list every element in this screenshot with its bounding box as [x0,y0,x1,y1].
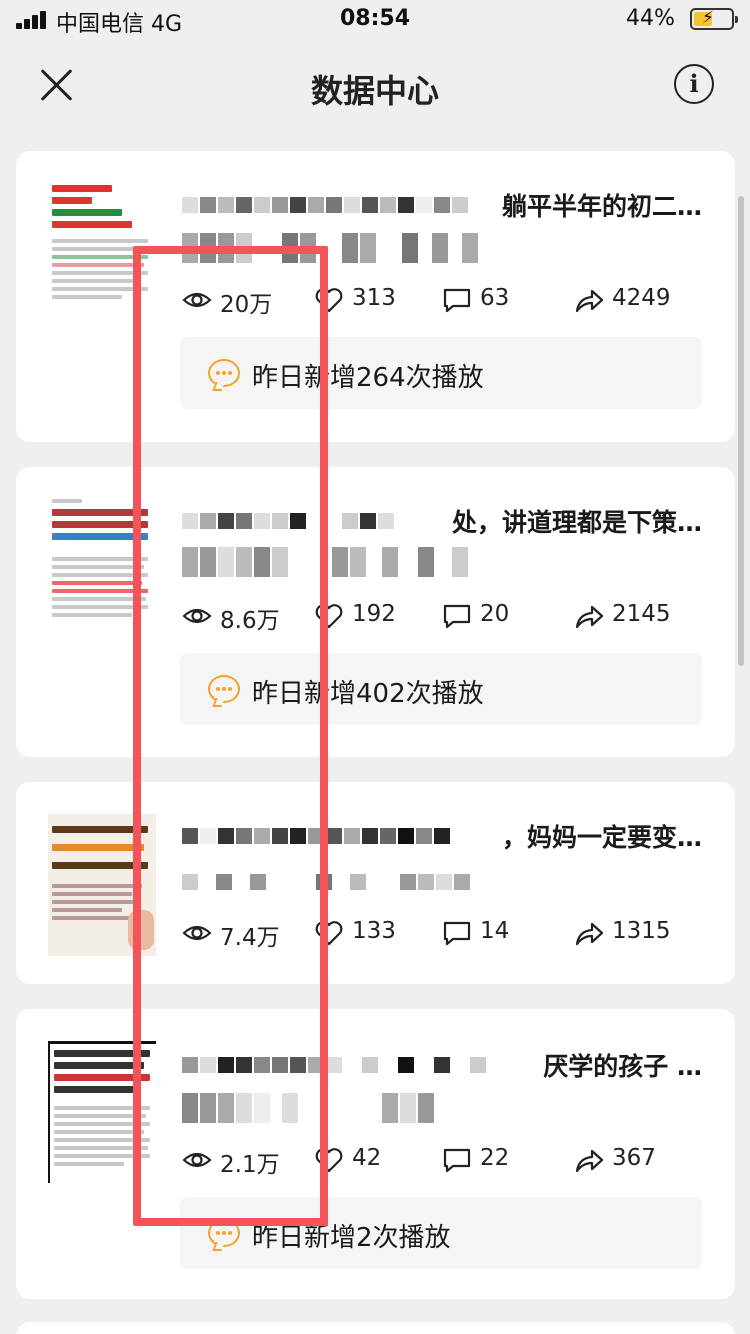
message-bubble-icon [208,359,240,387]
share-icon [575,289,604,313]
blurred-subtitle [182,1093,482,1123]
share-icon [575,1149,604,1173]
comment-icon [443,921,471,946]
video-thumbnail[interactable] [48,181,156,323]
shares-count: 1315 [612,918,671,944]
blurred-subtitle [182,547,482,577]
comments-count: 20 [480,601,510,627]
card-title[interactable]: 厌学的孩子 … [182,1047,702,1087]
views-count: 8.6万 [220,608,280,634]
growth-text: 昨日新增2次播放 [252,1223,451,1253]
growth-banner[interactable]: 昨日新增2次播放 [180,1197,702,1269]
page-title: 数据中心 [310,72,439,110]
comment-icon [443,604,471,629]
heart-icon [315,604,343,629]
video-thumbnail[interactable] [48,814,156,956]
blurred-subtitle [182,233,482,263]
growth-banner[interactable]: 昨日新增264次播放 [180,337,702,409]
nav-bar: 数据中心 i [0,44,750,128]
video-thumbnail[interactable] [48,497,156,639]
comment-icon [443,1148,471,1173]
views-count: 20万 [220,292,273,318]
content-card[interactable]: 处，讲道理都是下策… 8.6万 192 20 2145 昨日新增402次播放 [16,467,735,757]
heart-icon [315,921,343,946]
growth-text: 昨日新增402次播放 [252,679,484,709]
comments-count: 63 [480,285,510,311]
card-title[interactable]: ，妈妈一定要变… [182,818,702,858]
message-bubble-icon [208,675,240,703]
info-icon[interactable]: i [674,64,714,104]
likes-count: 192 [352,601,396,627]
scrollbar[interactable] [738,196,744,666]
views-count: 7.4万 [220,925,280,951]
shares-count: 2145 [612,601,671,627]
share-icon [575,605,604,629]
card-title-text: 厌学的孩子 … [537,1047,702,1083]
charging-icon: ⚡ [702,8,714,28]
views-count: 2.1万 [220,1152,280,1178]
eye-icon [182,292,212,308]
content-card[interactable]: 躺平半年的初二… 20万 313 63 4249 昨日新增264次播放 [16,151,735,442]
growth-text: 昨日新增264次播放 [252,363,484,393]
status-bar: 中国电信 4G 08:54 44% ⚡ [0,0,750,40]
shares-count: 367 [612,1145,656,1171]
blurred-subtitle [182,874,482,904]
likes-count: 42 [352,1145,382,1171]
likes-count: 133 [352,918,396,944]
eye-icon [182,608,212,624]
comment-icon [443,288,471,313]
growth-banner[interactable]: 昨日新增402次播放 [180,653,702,725]
eye-icon [182,925,212,941]
battery-icon: ⚡ [690,8,738,30]
card-title[interactable]: 躺平半年的初二… [182,187,702,227]
card-title-text: ，妈妈一定要变… [495,818,702,854]
shares-count: 4249 [612,285,671,311]
comments-count: 14 [480,918,510,944]
likes-count: 313 [352,285,396,311]
content-card[interactable]: ，妈妈一定要变… 7.4万 133 14 1315 [16,782,735,984]
comments-count: 22 [480,1145,510,1171]
video-thumbnail[interactable] [48,1041,156,1183]
content-card[interactable] [16,1322,735,1334]
share-icon [575,922,604,946]
card-title-text: 处，讲道理都是下策… [445,503,702,539]
eye-icon [182,1152,212,1168]
message-bubble-icon [208,1219,240,1247]
content-card[interactable]: 厌学的孩子 … 2.1万 42 22 367 昨日新增2次播放 [16,1009,735,1299]
heart-icon [315,288,343,313]
heart-icon [315,1148,343,1173]
battery-percent: 44% [626,6,675,31]
card-title-text: 躺平半年的初二… [495,187,702,223]
card-title[interactable]: 处，讲道理都是下策… [182,503,702,543]
